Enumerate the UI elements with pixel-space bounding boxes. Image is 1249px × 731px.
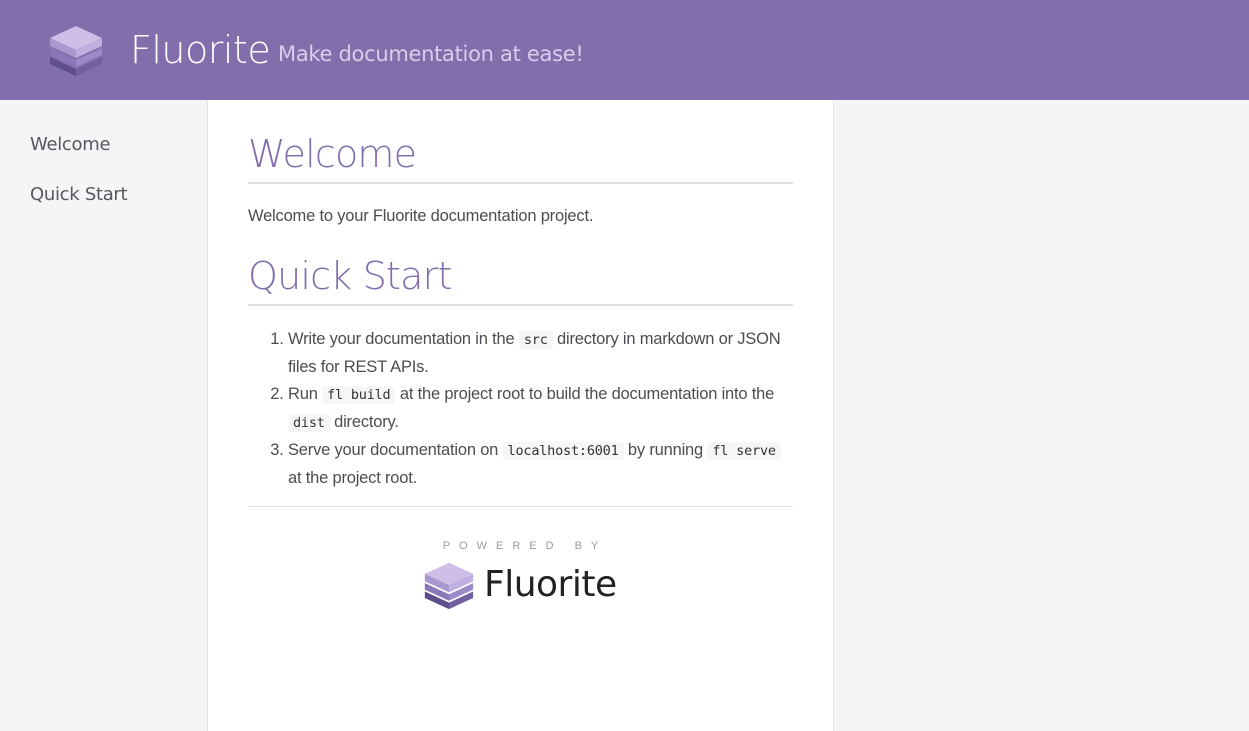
fluorite-logo-icon[interactable] xyxy=(48,24,104,76)
inline-code: localhost:6001 xyxy=(502,442,624,460)
quick-start-steps: Write your documentation in the src dire… xyxy=(248,326,793,492)
sidebar-item-welcome[interactable]: Welcome xyxy=(30,134,111,155)
footer-divider xyxy=(248,506,793,507)
list-item: Write your documentation in the src dire… xyxy=(288,326,793,381)
top-header: Fluorite Make documentation at ease! xyxy=(0,0,1249,100)
fluorite-footer-logo-icon[interactable] xyxy=(423,560,475,610)
inline-code: src xyxy=(518,331,553,349)
powered-by-label: POWERED BY xyxy=(442,540,608,552)
sidebar: Welcome Quick Start xyxy=(0,100,208,731)
inline-code: fl build xyxy=(322,386,396,404)
list-item: Run fl build at the project root to buil… xyxy=(288,381,793,437)
brand-tagline: Make documentation at ease! xyxy=(278,42,584,66)
inline-code: fl serve xyxy=(707,442,781,460)
sidebar-item-quick-start[interactable]: Quick Start xyxy=(30,184,128,205)
main-content: Welcome Welcome to your Fluorite documen… xyxy=(208,100,834,731)
welcome-paragraph: Welcome to your Fluorite documentation p… xyxy=(248,207,594,225)
brand-title[interactable]: Fluorite xyxy=(130,24,271,76)
inline-code: dist xyxy=(288,414,330,432)
list-item: Serve your documentation on localhost:60… xyxy=(288,437,793,492)
welcome-heading: Welcome xyxy=(248,130,793,184)
footer-brand[interactable]: Fluorite xyxy=(484,563,617,607)
quick-start-heading: Quick Start xyxy=(248,252,793,306)
